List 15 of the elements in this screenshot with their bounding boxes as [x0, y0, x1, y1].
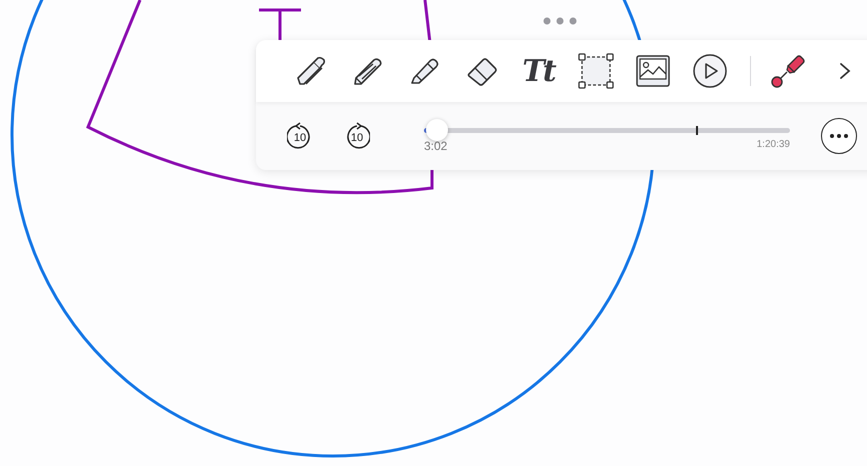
image-icon: [634, 54, 670, 88]
skip-back-button[interactable]: 10: [280, 116, 320, 156]
elapsed-time: 3:02: [424, 138, 448, 152]
total-time: 1:20:39: [756, 138, 790, 152]
chevron-right-icon: [838, 62, 850, 80]
forward-arrow-icon: [344, 122, 370, 150]
skip-forward-button[interactable]: 10: [337, 116, 377, 156]
selection-icon: [578, 53, 614, 89]
drag-handle-icon[interactable]: [543, 17, 577, 25]
more-button[interactable]: [821, 118, 857, 154]
rewind-arrow-icon: [287, 122, 313, 150]
play-icon: [692, 53, 728, 89]
text-tool[interactable]: Tt: [510, 47, 567, 95]
progress-thumb[interactable]: [426, 118, 448, 140]
more-icon: [830, 134, 848, 138]
